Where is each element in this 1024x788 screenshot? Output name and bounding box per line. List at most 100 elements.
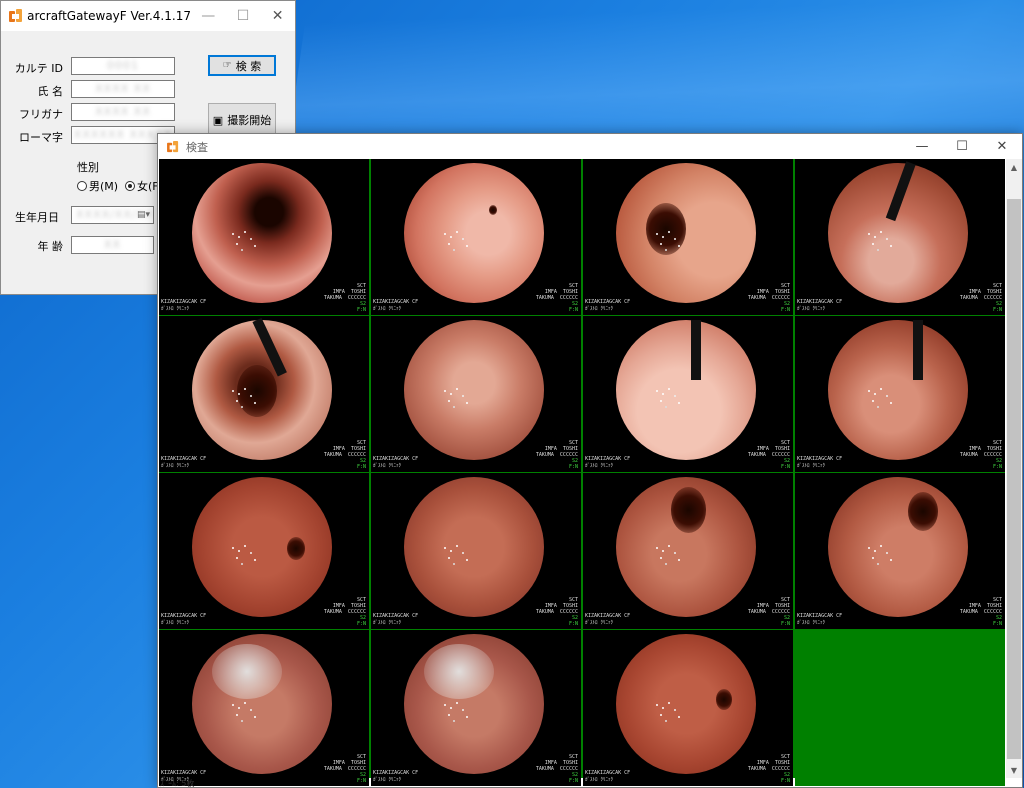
name-value: XXXX XX [95, 82, 151, 95]
endoscopy-thumbnail[interactable]: KIZAKIZAGCAK CF ｶﾞｽﾄﾛ ｸﾘﾆｯｸ SCT IMFA TOSH… [371, 316, 581, 472]
image-info-left: KIZAKIZAGCAK CF ｶﾞｽﾄﾛ ｸﾘﾆｯｸ [373, 613, 419, 626]
app-logo-icon [9, 9, 22, 23]
specular-highlight [232, 233, 234, 235]
romaji-label: ローマ字 [19, 131, 63, 144]
minimize-icon[interactable]: — [902, 134, 942, 159]
endoscope-tube [885, 161, 916, 222]
endoscopy-thumbnail[interactable]: KIZAKIZAGCAK CF ｶﾞｽﾄﾛ ｸﾘﾆｯｸ SCT IMFA TOSH… [371, 630, 581, 786]
endoscopy-image [616, 477, 756, 617]
specular-highlight [232, 704, 234, 706]
vertical-scrollbar[interactable]: ▲ ▼ [1006, 159, 1022, 778]
gender-male-radio[interactable]: 男(M) [77, 178, 118, 194]
search-button[interactable]: ☞ 検 索 [208, 55, 276, 76]
gender-group-label: 性別 [77, 161, 99, 174]
image-info-right: SCT IMFA TOSHI TAKUMA CCCCCC S2 F:N [747, 597, 790, 627]
image-info-right: SCT IMFA TOSHI TAKUMA CCCCCC S2 F:N [323, 440, 366, 470]
exam-titlebar[interactable]: 検査 — ☐ ✕ [158, 134, 1022, 159]
endoscopy-thumbnail[interactable]: KIZAKIZAGCAK CF ｶﾞｽﾄﾛ ｸﾘﾆｯｸ SCT IMFA TOSH… [159, 630, 369, 786]
scroll-down-icon[interactable]: ▼ [1006, 762, 1022, 778]
specular-highlight [656, 547, 658, 549]
endoscopy-thumbnail[interactable]: KIZAKIZAGCAK CF ｶﾞｽﾄﾛ ｸﾘﾆｯｸ SCT IMFA TOSH… [371, 473, 581, 629]
exam-window: 検査 — ☐ ✕ KIZAKIZAGCAK CF ｶﾞｽﾄﾛ ｸﾘﾆｯｸ SCT … [157, 133, 1023, 788]
endoscopy-thumbnail[interactable]: KIZAKIZAGCAK CF ｶﾞｽﾄﾛ ｸﾘﾆｯｸ SCT IMFA TOSH… [159, 316, 369, 472]
name-field[interactable]: XXXX XX [71, 80, 175, 98]
endoscope-tube [913, 320, 923, 380]
endoscopy-thumbnail[interactable]: KIZAKIZAGCAK CF ｶﾞｽﾄﾛ ｸﾘﾆｯｸ SCT IMFA TOSH… [159, 159, 369, 315]
endoscopy-thumbnail[interactable]: KIZAKIZAGCAK CF ｶﾞｽﾄﾛ ｸﾘﾆｯｸ SCT IMFA TOSH… [795, 316, 1005, 472]
image-info-left: KIZAKIZAGCAK CF ｶﾞｽﾄﾛ ｸﾘﾆｯｸ [161, 613, 207, 626]
maximize-icon[interactable]: ☐ [942, 134, 982, 159]
capture-start-button[interactable]: ▣ 撮影開始 [208, 103, 276, 137]
image-info-left: KIZAKIZAGCAK CF ｶﾞｽﾄﾛ ｸﾘﾆｯｸ [161, 456, 207, 469]
endoscopy-image [404, 163, 544, 303]
status-bar-text: ｽﾞｰﾑ: 5枚 [160, 779, 195, 788]
endoscopy-thumbnail[interactable]: KIZAKIZAGCAK CF ｶﾞｽﾄﾛ ｸﾘﾆｯｸ SCT IMFA TOSH… [583, 630, 793, 786]
camera-icon: ▣ [212, 113, 224, 127]
endoscopy-image [404, 477, 544, 617]
image-info-left: KIZAKIZAGCAK CF ｶﾞｽﾄﾛ ｸﾘﾆｯｸ [585, 770, 631, 783]
image-info-right: SCT IMFA TOSHI TAKUMA CCCCCC S2 F:N [747, 440, 790, 470]
search-button-label: 検 索 [235, 59, 262, 73]
furigana-field[interactable]: XXXX XX [71, 103, 175, 121]
specular-highlight [444, 547, 446, 549]
birthdate-picker[interactable]: XXXX/XX/XX ▤▾ [71, 206, 154, 224]
image-info-right: SCT IMFA TOSHI TAKUMA CCCCCC S2 F:N [535, 283, 578, 313]
mucus-highlight [212, 644, 282, 699]
lumen-shadow [908, 492, 938, 531]
karte-id-value: 0001 [107, 59, 139, 72]
endoscopy-thumbnail[interactable]: KIZAKIZAGCAK CF ｶﾞｽﾄﾛ ｸﾘﾆｯｸ SCT IMFA TOSH… [795, 473, 1005, 629]
specular-highlight [444, 704, 446, 706]
image-info-left: KIZAKIZAGCAK CF ｶﾞｽﾄﾛ ｸﾘﾆｯｸ [373, 299, 419, 312]
scrollbar-thumb[interactable] [1007, 199, 1021, 759]
endoscope-tube [691, 320, 701, 380]
endoscopy-image [192, 317, 332, 460]
mucus-highlight [424, 644, 494, 699]
endoscopy-image [404, 634, 544, 774]
app-logo-icon [167, 140, 179, 153]
age-value: XX [103, 238, 122, 251]
maximize-icon[interactable]: ☐ [226, 1, 261, 31]
lumen-shadow [646, 203, 686, 255]
endoscopy-image [192, 163, 332, 303]
endoscopy-thumbnail[interactable]: KIZAKIZAGCAK CF ｶﾞｽﾄﾛ ｸﾘﾆｯｸ SCT IMFA TOSH… [583, 473, 793, 629]
endoscopy-thumbnail[interactable]: KIZAKIZAGCAK CF ｶﾞｽﾄﾛ ｸﾘﾆｯｸ SCT IMFA TOSH… [583, 159, 793, 315]
gender-female-radio[interactable]: 女(F [125, 178, 159, 194]
empty-slot [795, 630, 1005, 786]
calendar-dropdown-icon[interactable]: ▤▾ [137, 207, 150, 223]
endoscopy-image-grid: KIZAKIZAGCAK CF ｶﾞｽﾄﾛ ｸﾘﾆｯｸ SCT IMFA TOSH… [159, 159, 1005, 786]
endoscopy-thumbnail[interactable]: KIZAKIZAGCAK CF ｶﾞｽﾄﾛ ｸﾘﾆｯｸ SCT IMFA TOSH… [795, 159, 1005, 315]
image-info-left: KIZAKIZAGCAK CF ｶﾞｽﾄﾛ ｸﾘﾆｯｸ [585, 299, 631, 312]
endoscopy-image [616, 634, 756, 774]
age-field[interactable]: XX [71, 236, 154, 254]
minimize-icon[interactable]: — [191, 1, 226, 31]
specular-highlight [656, 704, 658, 706]
endoscopy-image [404, 320, 544, 460]
image-info-left: KIZAKIZAGCAK CF ｶﾞｽﾄﾛ ｸﾘﾆｯｸ [585, 613, 631, 626]
image-info-left: KIZAKIZAGCAK CF ｶﾞｽﾄﾛ ｸﾘﾆｯｸ [585, 456, 631, 469]
endoscopy-thumbnail[interactable]: KIZAKIZAGCAK CF ｶﾞｽﾄﾛ ｸﾘﾆｯｸ SCT IMFA TOSH… [371, 159, 581, 315]
specular-highlight [444, 390, 446, 392]
birthdate-label: 生年月日 [15, 211, 59, 224]
image-info-left: KIZAKIZAGCAK CF ｶﾞｽﾄﾛ ｸﾘﾆｯｸ [373, 456, 419, 469]
image-info-left: KIZAKIZAGCAK CF ｶﾞｽﾄﾛ ｸﾘﾆｯｸ [373, 770, 419, 783]
main-titlebar[interactable]: arcraftGatewayF Ver.4.1.17 — ☐ ✕ [1, 1, 295, 31]
specular-highlight [868, 390, 870, 392]
endoscopy-image [828, 320, 968, 460]
karte-id-field[interactable]: 0001 [71, 57, 175, 75]
endoscopy-image [828, 477, 968, 617]
image-info-right: SCT IMFA TOSHI TAKUMA CCCCCC S2 F:N [535, 597, 578, 627]
endoscopy-image [616, 163, 756, 303]
karte-id-label: カルテ ID [14, 62, 63, 75]
image-info-right: SCT IMFA TOSHI TAKUMA CCCCCC S2 F:N [323, 283, 366, 313]
scroll-up-icon[interactable]: ▲ [1006, 159, 1022, 175]
image-info-right: SCT IMFA TOSHI TAKUMA CCCCCC S2 F:N [535, 440, 578, 470]
specular-highlight [868, 547, 870, 549]
endoscopy-thumbnail[interactable]: KIZAKIZAGCAK CF ｶﾞｽﾄﾛ ｸﾘﾆｯｸ SCT IMFA TOSH… [583, 316, 793, 472]
lumen-shadow [237, 365, 277, 417]
endoscopy-thumbnail[interactable]: KIZAKIZAGCAK CF ｶﾞｽﾄﾛ ｸﾘﾆｯｸ SCT IMFA TOSH… [159, 473, 369, 629]
image-info-right: SCT IMFA TOSHI TAKUMA CCCCCC S2 F:N [323, 597, 366, 627]
close-icon[interactable]: ✕ [260, 1, 295, 31]
close-icon[interactable]: ✕ [982, 134, 1022, 159]
name-label: 氏 名 [37, 85, 64, 98]
furigana-value: XXXX XX [95, 105, 151, 118]
